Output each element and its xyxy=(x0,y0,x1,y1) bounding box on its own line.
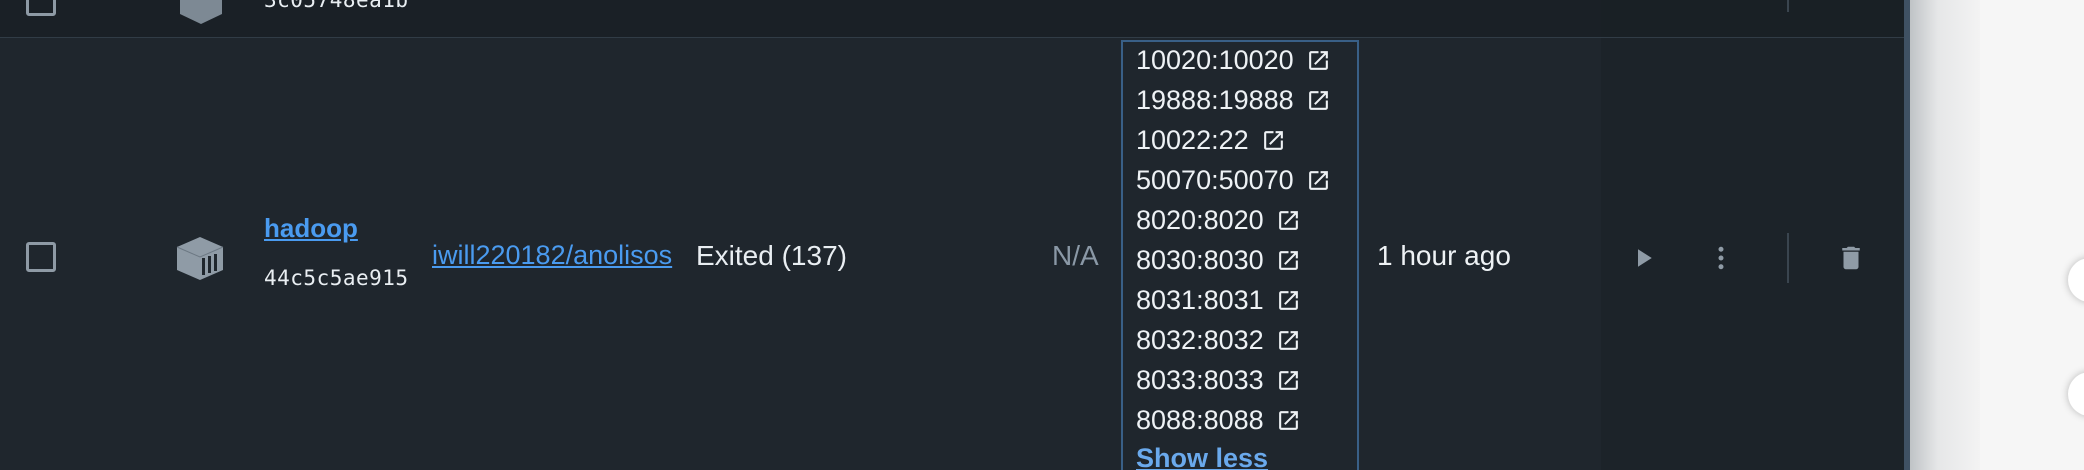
external-link-icon xyxy=(1308,170,1328,190)
show-less-ports-link[interactable]: Show less xyxy=(1136,443,1268,470)
port-mapping-label: 10022:22 xyxy=(1136,124,1249,155)
actions-divider-previous xyxy=(1787,0,1789,12)
port-link[interactable]: 8088:8088 xyxy=(1136,400,1331,440)
more-vertical-icon[interactable] xyxy=(1706,243,1736,273)
port-link[interactable]: 50070:50070 xyxy=(1136,160,1331,200)
port-link[interactable]: 8031:8031 xyxy=(1136,280,1331,320)
port-mapping-label: 8088:8088 xyxy=(1136,404,1264,435)
table-row-previous-actions xyxy=(1601,0,1904,38)
trash-icon[interactable] xyxy=(1836,243,1866,273)
external-link-icon xyxy=(1278,250,1298,270)
container-last-started: 1 hour ago xyxy=(1377,240,1511,271)
external-link-icon xyxy=(1278,410,1298,430)
container-cpu-usage: N/A xyxy=(1052,240,1099,271)
actions-column xyxy=(1601,0,1904,470)
port-link[interactable]: 10020:10020 xyxy=(1136,40,1331,80)
port-mapping-label: 8031:8031 xyxy=(1136,284,1264,315)
port-link[interactable]: 19888:19888 xyxy=(1136,80,1331,120)
row-select-checkbox[interactable] xyxy=(26,242,56,272)
port-list: 10020:10020 19888:19888 10022:22 50070:5… xyxy=(1136,40,1331,440)
container-id-previous: 3c05748ea1b xyxy=(264,0,409,12)
table-row-previous[interactable] xyxy=(0,0,1601,38)
containers-table-view: 3c05748ea1b hadoop 44c5c5ae915 iwill2201… xyxy=(0,0,2084,470)
port-mapping-label: 50070:50070 xyxy=(1136,164,1294,195)
external-link-icon xyxy=(1278,290,1298,310)
external-link-icon xyxy=(1308,50,1328,70)
port-mapping-label: 10020:10020 xyxy=(1136,44,1294,75)
play-icon[interactable] xyxy=(1628,243,1658,273)
external-link-icon xyxy=(1263,130,1283,150)
port-link[interactable]: 8032:8032 xyxy=(1136,320,1331,360)
container-name-link[interactable]: hadoop xyxy=(264,213,358,244)
port-mapping-label: 8032:8032 xyxy=(1136,324,1264,355)
container-status: Exited (137) xyxy=(696,240,847,271)
container-id: 44c5c5ae915 xyxy=(264,266,409,290)
external-link-icon xyxy=(1278,210,1298,230)
actions-divider xyxy=(1787,233,1789,283)
port-mapping-label: 19888:19888 xyxy=(1136,84,1294,115)
container-icon xyxy=(180,0,222,24)
external-link-icon xyxy=(1308,90,1328,110)
external-link-icon xyxy=(1278,370,1298,390)
container-image-link[interactable]: iwill220182/anolisos xyxy=(432,240,680,271)
row-select-checkbox-previous[interactable] xyxy=(26,0,56,16)
port-mapping-label: 8020:8020 xyxy=(1136,204,1264,235)
port-mapping-label: 8030:8030 xyxy=(1136,244,1264,275)
panel-shadow xyxy=(1910,0,1980,470)
external-link-icon xyxy=(1278,330,1298,350)
port-link[interactable]: 10022:22 xyxy=(1136,120,1331,160)
port-mapping-label: 8033:8033 xyxy=(1136,364,1264,395)
port-link[interactable]: 8033:8033 xyxy=(1136,360,1331,400)
container-icon xyxy=(176,237,224,280)
port-link[interactable]: 8020:8020 xyxy=(1136,200,1331,240)
port-link[interactable]: 8030:8030 xyxy=(1136,240,1331,280)
